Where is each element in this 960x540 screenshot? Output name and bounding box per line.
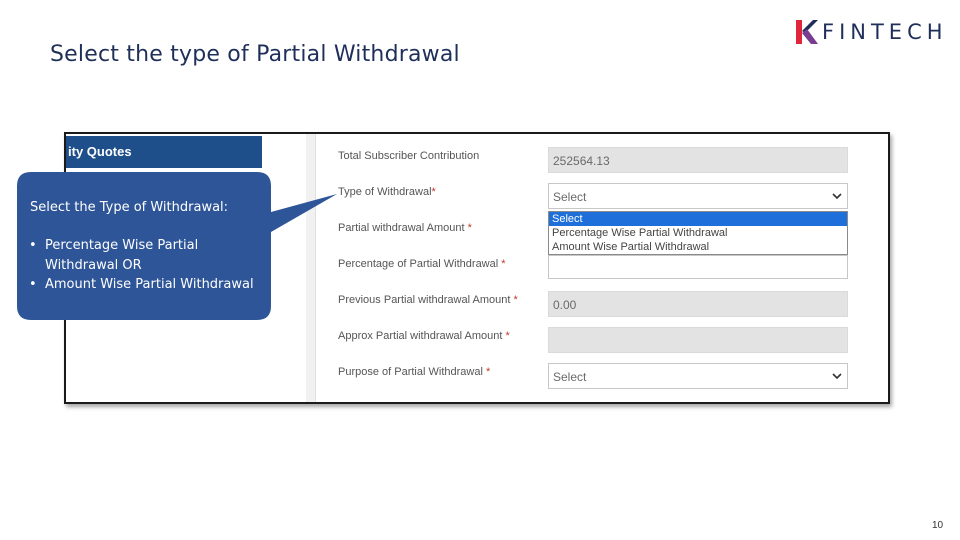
- label-purpose-of-partial-withdrawal: Purpose of Partial Withdrawal *: [338, 366, 491, 378]
- label-partial-withdrawal-amount: Partial withdrawal Amount *: [338, 222, 472, 234]
- type-of-withdrawal-dropdown[interactable]: Select Percentage Wise Partial Withdrawa…: [548, 211, 848, 255]
- chevron-down-icon: [832, 193, 842, 200]
- logo-wordmark: FINTECH: [822, 20, 948, 44]
- callout-heading: Select the Type of Withdrawal:: [30, 200, 229, 215]
- kfintech-logo: FINTECH: [796, 18, 952, 48]
- approx-partial-withdrawal-amount-field: [548, 327, 848, 353]
- total-subscriber-contribution-field: 252564.13: [548, 147, 848, 173]
- chevron-down-icon: [832, 373, 842, 380]
- label-previous-partial-withdrawal-amount: Previous Partial withdrawal Amount *: [338, 294, 518, 306]
- label-type-of-withdrawal: Type of Withdrawal*: [338, 186, 436, 198]
- callout-item-amount-wise: Amount Wise Partial Withdrawal: [29, 275, 269, 295]
- page-number: 10: [932, 520, 944, 531]
- percentage-of-partial-withdrawal-input[interactable]: [548, 255, 848, 279]
- label-percentage-of-partial-withdrawal: Percentage of Partial Withdrawal *: [338, 258, 506, 270]
- dropdown-option-percentage-wise[interactable]: Percentage Wise Partial Withdrawal: [549, 226, 847, 240]
- dropdown-option-select[interactable]: Select: [549, 212, 847, 226]
- callout-list: Percentage Wise Partial Withdrawal OR Am…: [29, 236, 269, 295]
- previous-partial-withdrawal-amount-field: 0.00: [548, 291, 848, 317]
- purpose-of-partial-withdrawal-select[interactable]: Select: [548, 363, 848, 389]
- nav-item-quotes[interactable]: ity Quotes: [66, 136, 262, 168]
- slide-title: Select the type of Partial Withdrawal: [50, 42, 460, 67]
- label-total-subscriber-contribution: Total Subscriber Contribution: [338, 150, 480, 162]
- type-of-withdrawal-select[interactable]: Select: [548, 183, 848, 209]
- callout-bubble: Select the Type of Withdrawal: Percentag…: [17, 172, 337, 320]
- label-approx-partial-withdrawal-amount: Approx Partial withdrawal Amount *: [338, 330, 510, 342]
- logo-mark-icon: [796, 20, 818, 44]
- callout-item-percentage-wise: Percentage Wise Partial Withdrawal OR: [29, 236, 269, 275]
- dropdown-option-amount-wise[interactable]: Amount Wise Partial Withdrawal: [549, 240, 847, 254]
